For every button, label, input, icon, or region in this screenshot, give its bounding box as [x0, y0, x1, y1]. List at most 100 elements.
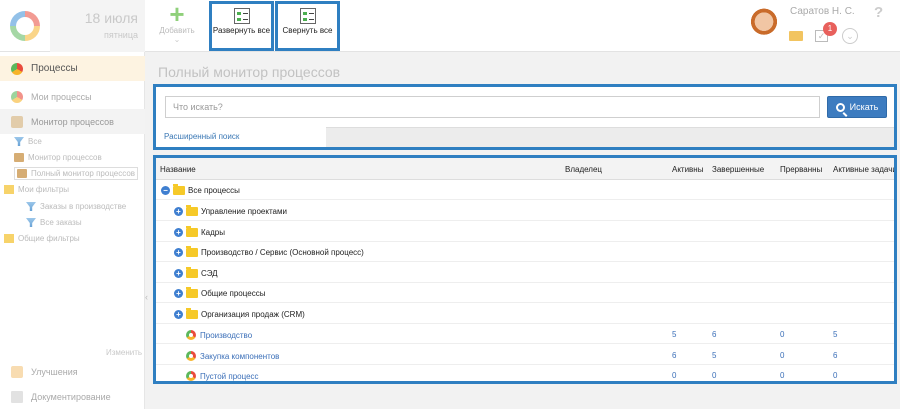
table-row[interactable]: Пустой процесс 0 0 0 0: [156, 365, 894, 381]
table-row[interactable]: − Все процессы: [156, 180, 894, 200]
row-name: СЭД: [201, 269, 218, 278]
add-label: Добавить: [159, 26, 195, 35]
expand-icon[interactable]: +: [174, 310, 183, 319]
column-header-name[interactable]: Название: [160, 165, 196, 174]
expand-icon[interactable]: +: [174, 248, 183, 257]
folder-icon: [186, 226, 198, 237]
tab-strip: [314, 127, 894, 147]
collapse-icon[interactable]: −: [161, 186, 170, 195]
collapse-all-label: Свернуть все: [282, 26, 333, 35]
process-icon: [186, 330, 196, 340]
table-row[interactable]: Закупка компонентов 6 5 0 6: [156, 345, 894, 365]
page-title: Полный монитор процессов: [158, 64, 341, 80]
edit-link[interactable]: Изменить: [106, 348, 142, 357]
collapse-tree-icon: [299, 8, 316, 24]
sidebar-item-label: Монитор процессов: [31, 116, 114, 127]
sidebar-collapse-icon[interactable]: ‹: [145, 292, 148, 302]
tab-advanced-search[interactable]: Расширенный поиск: [156, 127, 326, 147]
sidebar-item-my-processes[interactable]: Мои процессы: [0, 84, 145, 109]
table-row[interactable]: + Производство / Сервис (Основной процес…: [156, 242, 894, 262]
expand-icon[interactable]: +: [174, 228, 183, 237]
column-header-completed[interactable]: Завершенные: [712, 165, 764, 174]
my-processes-icon: [11, 90, 23, 103]
sidebar-item-documentation[interactable]: Документирование: [0, 384, 145, 409]
date-day: 18 июля: [84, 10, 138, 26]
cell-completed[interactable]: 0: [712, 371, 716, 380]
search-button-label: Искать: [849, 102, 879, 112]
tree-item-orders-production[interactable]: Заказы в производстве: [26, 202, 126, 211]
tree-item-monitor[interactable]: Монитор процессов: [14, 153, 102, 162]
cell-active-tasks[interactable]: 6: [833, 351, 837, 360]
process-icon: [186, 351, 196, 361]
help-icon[interactable]: ?: [874, 4, 883, 21]
tree-item-full-monitor[interactable]: Полный монитор процессов: [14, 167, 139, 180]
row-name: Общие процессы: [201, 289, 266, 298]
cell-active[interactable]: 5: [672, 330, 676, 339]
tree-item-label: Все: [28, 137, 42, 146]
search-input[interactable]: [165, 96, 820, 118]
table-row[interactable]: + Управление проектами: [156, 201, 894, 221]
sidebar-item-label: Мои процессы: [31, 91, 92, 102]
sidebar-item-process-monitor[interactable]: Монитор процессов: [0, 109, 145, 134]
improvements-icon: [11, 365, 23, 378]
cell-active[interactable]: 0: [672, 371, 676, 380]
avatar[interactable]: [746, 8, 782, 44]
folder-icon: [186, 308, 198, 319]
table-row[interactable]: + СЭД: [156, 263, 894, 283]
column-header-active-tasks[interactable]: Активные задачи: [833, 165, 894, 174]
sidebar-item-label: Процессы: [31, 63, 78, 74]
folder-icon: [186, 246, 198, 257]
cell-interrupted[interactable]: 0: [780, 351, 784, 360]
processes-icon: [11, 62, 23, 75]
tree-item-label: Монитор процессов: [28, 153, 102, 162]
add-button[interactable]: + Добавить ⌄: [150, 1, 204, 50]
table-row[interactable]: Производство 5 6 0 5: [156, 324, 894, 344]
cell-active[interactable]: 6: [672, 351, 676, 360]
tree-item-all[interactable]: Все: [14, 137, 42, 146]
tree-item-all-orders[interactable]: Все заказы: [26, 218, 82, 227]
search-button[interactable]: Искать: [827, 96, 887, 118]
table-row[interactable]: + Кадры: [156, 222, 894, 242]
process-link[interactable]: Закупка компонентов: [200, 352, 279, 361]
user-name[interactable]: Саратов Н. С.: [790, 6, 855, 17]
tree-item-label: Мои фильтры: [18, 185, 70, 194]
monitor-icon: [14, 153, 24, 162]
app-logo[interactable]: [0, 0, 50, 52]
tree-item-common-filters[interactable]: Общие фильтры: [4, 234, 80, 243]
expand-icon[interactable]: +: [174, 269, 183, 278]
expand-all-label: Развернуть все: [212, 26, 271, 35]
sidebar: Процессы Мои процессы Монитор процессов …: [0, 52, 148, 409]
cell-completed[interactable]: 6: [712, 330, 716, 339]
chevron-down-icon: ⌄: [173, 35, 181, 44]
tree-item-label: Полный монитор процессов: [31, 169, 136, 178]
cell-completed[interactable]: 5: [712, 351, 716, 360]
folder-icon: [4, 234, 14, 243]
column-header-interrupted[interactable]: Прерванны: [780, 165, 822, 174]
more-chevron-icon[interactable]: ⌄: [842, 28, 858, 44]
sidebar-item-processes[interactable]: Процессы: [0, 56, 145, 81]
filter-icon: [26, 218, 36, 227]
advanced-search-link[interactable]: Расширенный поиск: [164, 132, 239, 141]
cell-active-tasks[interactable]: 5: [833, 330, 837, 339]
cell-interrupted[interactable]: 0: [780, 371, 784, 380]
collapse-all-button[interactable]: Свернуть все: [275, 1, 340, 51]
cell-active-tasks[interactable]: 0: [833, 371, 837, 380]
column-header-owner[interactable]: Владелец: [565, 165, 602, 174]
tree-item-my-filters[interactable]: Мои фильтры: [4, 185, 69, 194]
table-row[interactable]: + Организация продаж (CRM): [156, 304, 894, 324]
process-link[interactable]: Производство: [200, 331, 252, 340]
row-name: Кадры: [201, 228, 225, 237]
table-row[interactable]: + Общие процессы: [156, 283, 894, 303]
cell-interrupted[interactable]: 0: [780, 330, 784, 339]
tree-item-label: Общие фильтры: [18, 234, 80, 243]
mail-icon[interactable]: [789, 31, 803, 41]
sidebar-item-improvements[interactable]: Улучшения: [0, 359, 145, 384]
expand-all-button[interactable]: Развернуть все: [209, 1, 274, 51]
row-name: Организация продаж (CRM): [201, 310, 305, 319]
column-header-active[interactable]: Активны: [672, 165, 703, 174]
expand-icon[interactable]: +: [174, 207, 183, 216]
date-display: 18 июля пятница: [50, 0, 145, 52]
row-name: Управление проектами: [201, 207, 287, 216]
process-link[interactable]: Пустой процесс: [200, 372, 259, 381]
expand-icon[interactable]: +: [174, 289, 183, 298]
